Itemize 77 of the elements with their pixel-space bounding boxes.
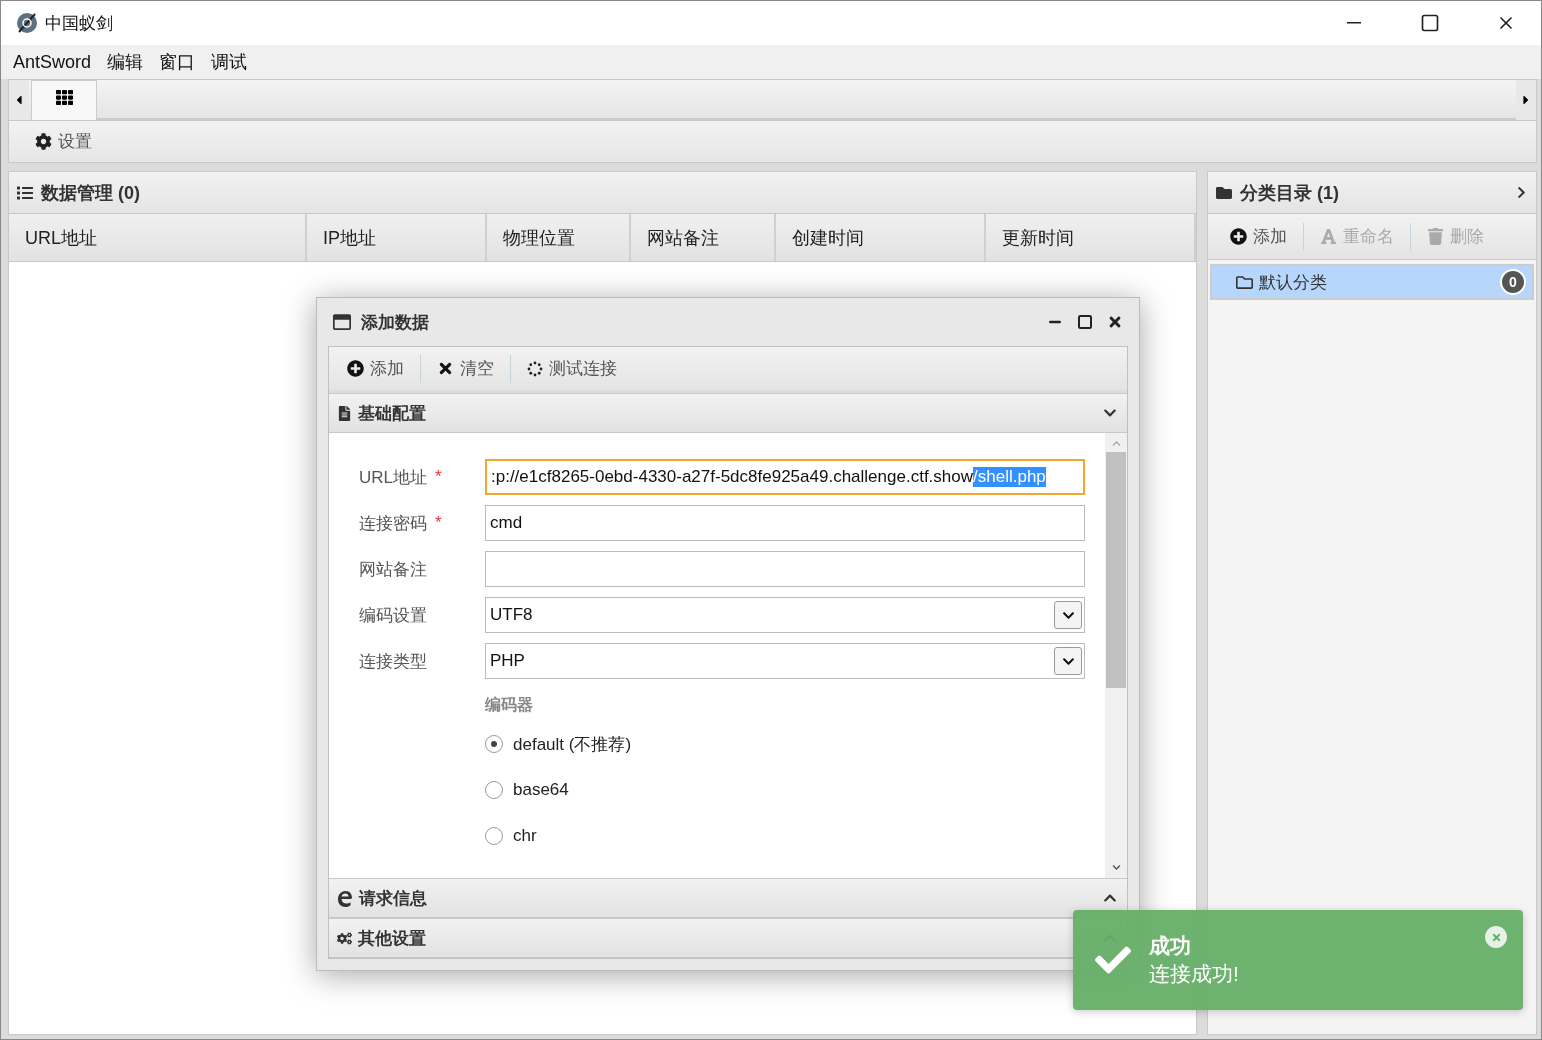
select-field[interactable]: UTF8: [485, 597, 1085, 633]
folder-icon: [1236, 273, 1253, 291]
menu-item[interactable]: 编辑: [99, 50, 152, 74]
column-header[interactable]: 更新时间: [986, 214, 1196, 261]
chevron-right-icon[interactable]: [1515, 186, 1528, 199]
gears-icon: [337, 930, 352, 946]
panel-title: 分类目录 (1): [1240, 181, 1340, 205]
column-header[interactable]: IP地址: [307, 214, 487, 261]
dotted-circle-icon: [527, 360, 543, 377]
cross-icon: [437, 360, 454, 377]
radio-label: base64: [513, 780, 569, 800]
required-mark: *: [435, 513, 442, 533]
gear-icon: [35, 133, 52, 150]
section-title: 基础配置: [358, 402, 427, 425]
text-field[interactable]: cmd: [485, 505, 1085, 541]
field-label: 连接密码: [359, 512, 427, 535]
section-title: 请求信息: [359, 887, 428, 910]
select-value: UTF8: [490, 605, 533, 625]
minimize-icon: [1347, 22, 1361, 24]
maximize-button[interactable]: [1075, 314, 1095, 330]
radio-label: chr: [513, 826, 537, 846]
toast-title: 成功: [1149, 933, 1191, 959]
settings-button[interactable]: 设置: [25, 130, 102, 153]
radio-button[interactable]: [485, 735, 503, 753]
scroll-right-button[interactable]: [1516, 80, 1536, 120]
toolbar-button[interactable]: 添加: [337, 357, 414, 380]
select-field[interactable]: PHP: [485, 643, 1085, 679]
field-label: URL地址: [359, 466, 427, 489]
window-title: 中国蚁剑: [45, 12, 114, 35]
select-value: PHP: [490, 651, 525, 671]
e-logo-icon: [337, 889, 353, 907]
scrollbar[interactable]: [1105, 433, 1127, 878]
maximize-icon: [1077, 314, 1093, 330]
text-field[interactable]: [485, 551, 1085, 587]
letter-a-icon: [1320, 228, 1337, 245]
field-label: 编码设置: [359, 604, 427, 627]
category-item[interactable]: 默认分类 0: [1210, 264, 1534, 300]
required-mark: *: [435, 467, 442, 487]
menu-item[interactable]: 窗口: [151, 50, 204, 74]
dialog-title: 添加数据: [361, 311, 430, 334]
toolbar-button[interactable]: 清空: [427, 357, 504, 380]
folder-icon: [1216, 184, 1232, 201]
dropdown-button[interactable]: [1054, 647, 1082, 675]
section-header[interactable]: 请求信息: [329, 878, 1127, 918]
scroll-down-icon[interactable]: [1111, 863, 1121, 872]
panel-title: 数据管理 (0): [41, 181, 141, 205]
document-icon: [337, 405, 352, 421]
scroll-left-button[interactable]: [9, 80, 29, 120]
maximize-icon: [1420, 13, 1440, 33]
grid-tab[interactable]: [31, 80, 97, 120]
menu-item[interactable]: 调试: [203, 50, 256, 74]
category-label: 默认分类: [1259, 271, 1328, 294]
group-label: 编码器: [485, 695, 534, 715]
toolbar-button[interactable]: 测试连接: [517, 357, 627, 380]
column-header[interactable]: 物理位置: [487, 214, 631, 261]
section-header[interactable]: 基础配置: [329, 393, 1127, 433]
menu-item[interactable]: AntSword: [5, 51, 100, 73]
count-badge: 0: [1500, 269, 1526, 295]
close-icon: [1107, 314, 1123, 330]
column-header[interactable]: 网站备注: [631, 214, 776, 261]
radio-button[interactable]: [485, 781, 503, 799]
toast-message: 连接成功!: [1149, 961, 1239, 987]
close-icon: [1490, 931, 1502, 943]
dropdown-button[interactable]: [1054, 601, 1082, 629]
trash-icon: [1427, 228, 1444, 245]
list-icon: [17, 184, 33, 201]
column-header[interactable]: URL地址: [9, 214, 307, 261]
window-icon: [333, 313, 351, 331]
section-title: 其他设置: [358, 927, 427, 950]
logo-icon: [15, 11, 39, 35]
radio-button[interactable]: [485, 827, 503, 845]
toolbar-button[interactable]: 添加: [1220, 225, 1297, 248]
grid-icon: [55, 89, 73, 106]
radio-label: default (不推荐): [513, 733, 632, 756]
field-label: 网站备注: [359, 558, 427, 581]
column-header[interactable]: 创建时间: [776, 214, 986, 261]
field-label: 连接类型: [359, 650, 427, 673]
